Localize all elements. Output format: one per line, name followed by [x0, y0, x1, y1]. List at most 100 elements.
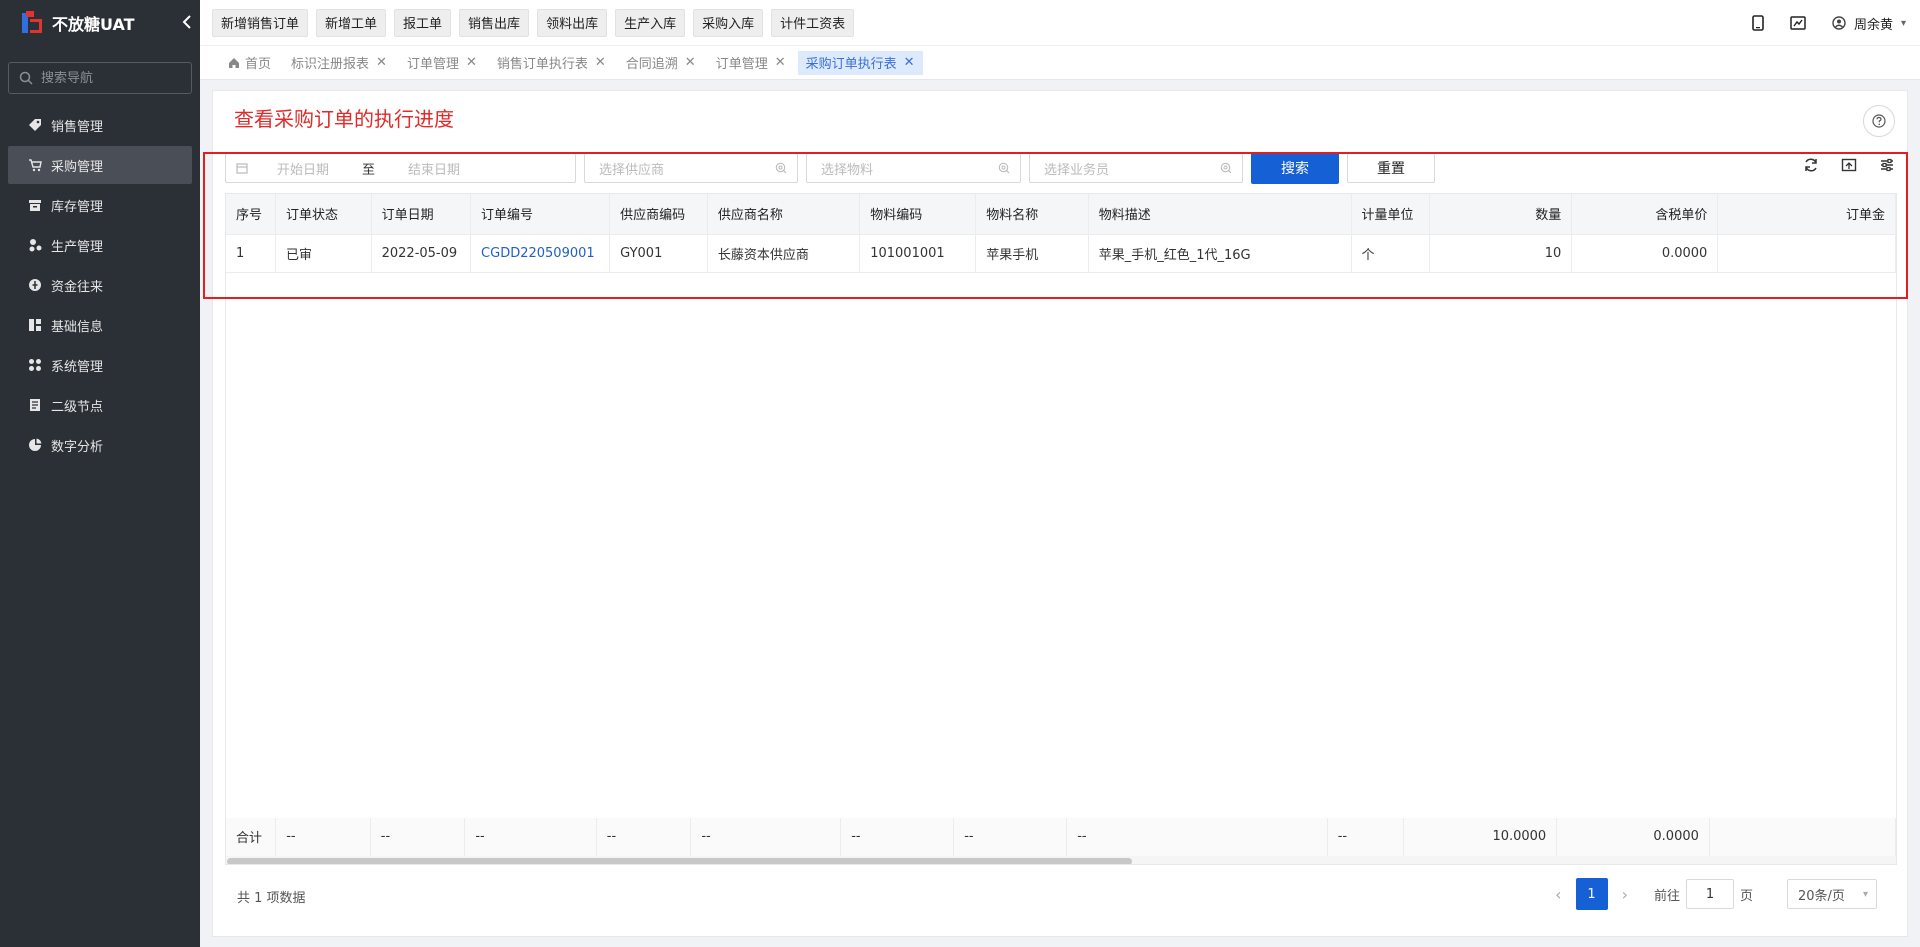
cell-status: 已审 — [275, 234, 372, 273]
sidebar-item-label: 资金往来 — [51, 279, 104, 295]
quick-work-report-button[interactable]: 报工单 — [394, 8, 452, 37]
cell-order-date: 2022-05-09 — [371, 234, 472, 273]
sidebar-item-secondary-node[interactable]: 二级节点 — [8, 386, 192, 424]
quick-new-work-order-button[interactable]: 新增工单 — [316, 8, 387, 37]
col-header[interactable]: 物料名称 — [975, 194, 1089, 235]
range-separator: 至 — [362, 162, 376, 178]
col-header[interactable]: 供应商编码 — [609, 194, 708, 235]
scrollbar-thumb[interactable] — [227, 858, 1132, 864]
col-header[interactable]: 数量 — [1429, 194, 1573, 235]
search-button[interactable]: 搜索 — [1251, 152, 1339, 184]
sidebar-item-basic-info[interactable]: 基础信息 — [8, 306, 192, 344]
logo-mark-icon — [20, 11, 44, 35]
salesman-select[interactable]: 选择业务员 — [1029, 153, 1243, 183]
col-header[interactable]: 供应商名称 — [707, 194, 861, 235]
cell-quantity: 10 — [1429, 234, 1573, 273]
tab-purchase-order-execution[interactable]: 采购订单执行表 ✕ — [797, 50, 923, 75]
quick-sales-outbound-button[interactable]: 销售出库 — [459, 8, 530, 37]
help-icon[interactable] — [1863, 105, 1895, 137]
summary-quantity: 10.0000 — [1403, 818, 1558, 857]
sidebar-item-label: 二级节点 — [51, 399, 104, 415]
column-settings-icon[interactable] — [1879, 157, 1895, 173]
horizontal-scrollbar[interactable] — [226, 856, 1896, 864]
goto-page-input[interactable] — [1685, 879, 1734, 909]
material-select[interactable]: 选择物料 — [806, 153, 1021, 183]
tab-label: 订单管理 — [715, 57, 768, 72]
sidebar-item-analytics[interactable]: 数字分析 — [8, 426, 192, 464]
col-header[interactable]: 订单编号 — [470, 194, 611, 235]
order-number-link[interactable]: CGDD220509001 — [470, 234, 611, 273]
close-icon[interactable]: ✕ — [595, 55, 606, 70]
search-icon — [775, 162, 787, 174]
cell-material-name: 苹果手机 — [975, 234, 1089, 273]
summary-cell: -- — [840, 818, 955, 857]
tab-home[interactable]: 首页 — [220, 51, 279, 75]
date-range-picker[interactable]: 开始日期 至 结束日期 — [225, 153, 576, 183]
nav-search[interactable] — [8, 62, 192, 94]
nav-search-input[interactable] — [41, 70, 181, 86]
dashboard-icon[interactable] — [1790, 16, 1806, 30]
refresh-icon[interactable] — [1803, 157, 1819, 173]
supplier-placeholder: 选择供应商 — [599, 162, 665, 178]
quick-purchase-inbound-button[interactable]: 采购入库 — [693, 8, 764, 37]
quick-piecework-wage-button[interactable]: 计件工资表 — [771, 8, 855, 37]
summary-cell: -- — [596, 818, 692, 857]
reset-button[interactable]: 重置 — [1347, 153, 1435, 183]
close-icon[interactable]: ✕ — [775, 55, 786, 70]
col-header[interactable]: 订单状态 — [275, 194, 372, 235]
total-count: 共 1 项数据 — [237, 891, 306, 906]
close-icon[interactable]: ✕ — [685, 55, 696, 70]
close-icon[interactable]: ✕ — [376, 55, 387, 70]
app-logo[interactable]: 不放糖UAT — [0, 0, 200, 46]
next-page-icon[interactable]: › — [1622, 885, 1628, 904]
sidebar-item-label: 基础信息 — [51, 319, 104, 335]
sidebar-item-inventory[interactable]: 库存管理 — [8, 186, 192, 224]
tab-contract-trace[interactable]: 合同追溯 ✕ — [618, 51, 704, 75]
col-header[interactable]: 含税单价 — [1571, 194, 1719, 235]
start-date-input[interactable]: 开始日期 — [248, 159, 358, 178]
col-header[interactable]: 物料描述 — [1088, 194, 1352, 235]
summary-cell: -- — [690, 818, 842, 857]
sidebar-item-funds[interactable]: 资金往来 — [8, 266, 192, 304]
table-row[interactable]: 1 已审 2022-05-09 CGDD220509001 GY001 长藤资本… — [226, 234, 1896, 273]
page-size-select[interactable]: 20条/页 ▾ — [1787, 879, 1877, 909]
prev-page-icon[interactable]: ‹ — [1555, 885, 1561, 904]
col-header[interactable]: 订单金 — [1717, 194, 1896, 235]
export-icon[interactable] — [1841, 157, 1857, 173]
end-date-input[interactable]: 结束日期 — [379, 159, 489, 178]
goto-suffix: 页 — [1739, 888, 1753, 904]
tag-icon — [28, 118, 42, 132]
mobile-icon[interactable] — [1752, 15, 1764, 31]
col-header[interactable]: 序号 — [226, 194, 276, 235]
col-header[interactable]: 订单日期 — [371, 194, 472, 235]
user-menu[interactable]: 周余黄 ▾ — [1832, 14, 1906, 33]
sidebar-item-label: 生产管理 — [51, 239, 104, 255]
quick-production-inbound-button[interactable]: 生产入库 — [615, 8, 686, 37]
tab-order-management[interactable]: 订单管理 ✕ — [399, 51, 485, 75]
apps-icon — [28, 358, 42, 372]
cell-index: 1 — [226, 234, 276, 273]
goto-label: 前往 — [1653, 888, 1680, 904]
tab-sales-order-execution[interactable]: 销售订单执行表 ✕ — [489, 51, 614, 75]
close-icon[interactable]: ✕ — [904, 55, 915, 70]
tab-id-registration-report[interactable]: 标识注册报表 ✕ — [283, 51, 395, 75]
sidebar-item-purchase[interactable]: 采购管理 — [8, 146, 192, 184]
close-icon[interactable]: ✕ — [466, 55, 477, 70]
chevron-left-icon[interactable] — [182, 14, 192, 33]
col-header[interactable]: 物料编码 — [859, 194, 977, 235]
summary-cell: -- — [1327, 818, 1404, 857]
supplier-select[interactable]: 选择供应商 — [584, 153, 798, 183]
col-header[interactable]: 计量单位 — [1351, 194, 1431, 235]
tab-order-management-2[interactable]: 订单管理 ✕ — [708, 51, 794, 75]
tab-label: 标识注册报表 — [291, 57, 370, 72]
quick-new-sales-order-button[interactable]: 新增销售订单 — [212, 8, 309, 37]
sidebar-item-sales[interactable]: 销售管理 — [8, 106, 192, 144]
sidebar-item-label: 库存管理 — [51, 199, 104, 215]
production-icon — [28, 238, 42, 252]
sidebar-item-production[interactable]: 生产管理 — [8, 226, 192, 264]
page-button-current[interactable]: 1 — [1575, 878, 1608, 910]
salesman-placeholder: 选择业务员 — [1044, 162, 1110, 178]
quick-material-outbound-button[interactable]: 领料出库 — [537, 8, 608, 37]
sidebar-item-system[interactable]: 系统管理 — [8, 346, 192, 384]
cell-material-code: 101001001 — [859, 234, 977, 273]
